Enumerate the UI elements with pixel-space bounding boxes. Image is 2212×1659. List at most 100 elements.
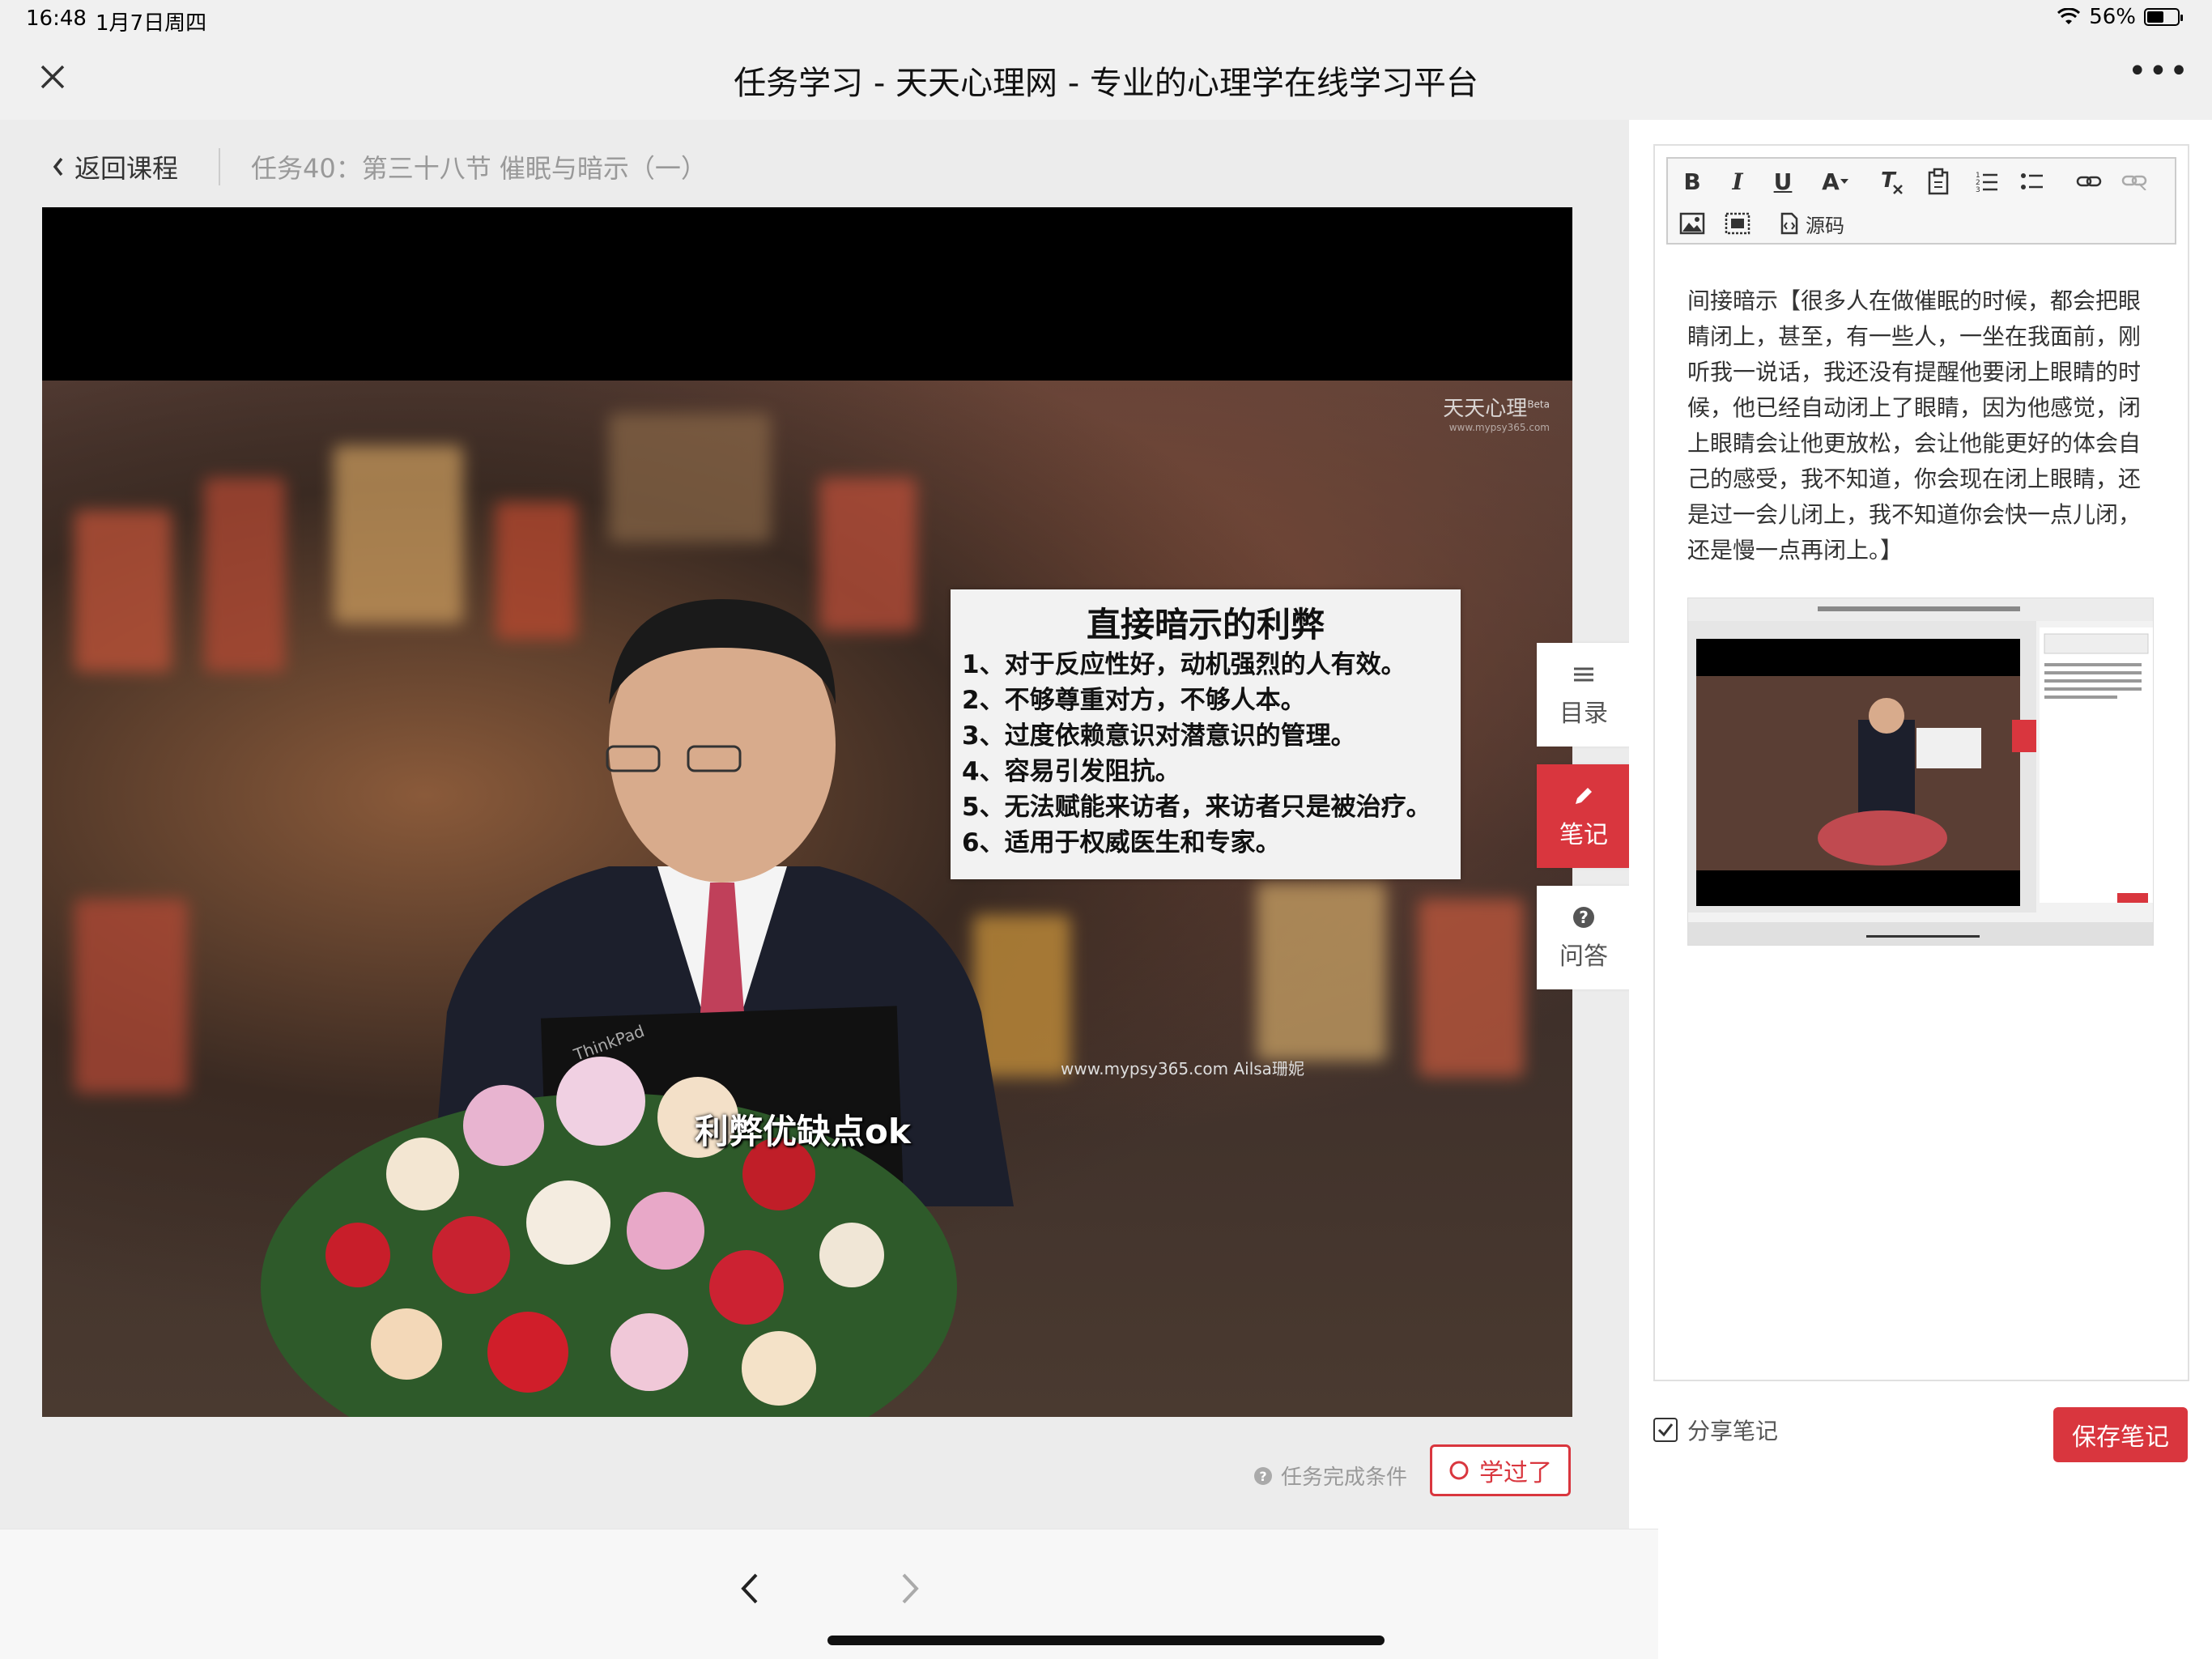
breadcrumb: 返回课程 任务40：第三十八节 催眠与暗示（一） xyxy=(50,143,707,191)
bokeh-light xyxy=(74,899,188,1093)
status-bar: 16:48 1月7日周四 56% xyxy=(0,0,2212,37)
share-note-label: 分享笔记 xyxy=(1687,1418,1779,1444)
flower-arrangement xyxy=(261,1057,957,1417)
circle-icon xyxy=(1449,1461,1469,1480)
source-code-button[interactable]: 源码 xyxy=(1773,207,1851,240)
source-code-label: 源码 xyxy=(1806,214,1844,237)
tab-catalog[interactable]: 目录 xyxy=(1537,643,1631,747)
unlink-icon xyxy=(2121,175,2147,190)
clear-format-icon: T xyxy=(1881,168,1903,194)
battery-percent: 56% xyxy=(2089,5,2136,29)
tab-notes[interactable]: 笔记 xyxy=(1537,764,1631,868)
chevron-down-icon xyxy=(1840,179,1848,184)
bullet-list-icon xyxy=(2021,173,2043,189)
battery-icon xyxy=(2144,8,2183,26)
logo-beta: Beta xyxy=(1527,398,1550,410)
header: 任务学习 - 天天心理网 - 专业的心理学在线学习平台 ••• xyxy=(0,37,2212,120)
chevron-left-icon xyxy=(741,1573,758,1604)
clear-format-button[interactable]: T xyxy=(1875,165,1908,198)
breadcrumb-divider xyxy=(219,148,221,185)
svg-text:3: 3 xyxy=(1976,186,1980,194)
video-watermark: www.mypsy365.com Ailsa珊妮 xyxy=(1061,1059,1304,1078)
video-subtitle: 利弊优缺点ok xyxy=(695,1112,911,1151)
status-right: 56% xyxy=(2057,5,2183,29)
tab-notes-label: 笔记 xyxy=(1559,821,1608,849)
unlink-button[interactable] xyxy=(2118,165,2150,198)
slide-card: 直接暗示的利弊 1、对于反应性好，动机强烈的人有效。 2、不够尊重对方，不够人本… xyxy=(951,589,1461,879)
svg-text:?: ? xyxy=(1579,908,1589,927)
font-color-button[interactable]: A xyxy=(1814,165,1857,198)
completion-condition[interactable]: ? 任务完成条件 xyxy=(1253,1461,1407,1491)
paste-icon xyxy=(1928,168,1949,195)
link-icon xyxy=(2076,176,2102,187)
share-note-row[interactable]: 分享笔记 xyxy=(1653,1414,1778,1446)
bullet-list-button[interactable] xyxy=(2016,165,2048,198)
pencil-icon xyxy=(1576,788,1592,804)
paste-button[interactable] xyxy=(1922,165,1955,198)
chevron-left-icon xyxy=(53,157,63,177)
status-time: 16:48 xyxy=(26,6,87,31)
ordered-list-icon: 123 xyxy=(1976,172,1997,194)
underline-button[interactable]: U xyxy=(1767,165,1799,198)
notes-panel: B I U A T 123 源码 间接暗示【很多人在做催眠的时候，都会把眼睛闭上… xyxy=(1629,120,2212,1529)
font-color-label: A xyxy=(1822,168,1840,195)
video-player[interactable]: 天天心理Beta www.mypsy365.com ThinkPad 直接暗示的… xyxy=(42,207,1572,1417)
media-icon xyxy=(1725,212,1750,235)
svg-text:T: T xyxy=(1881,168,1897,193)
save-note-button[interactable]: 保存笔记 xyxy=(2053,1407,2188,1462)
list-icon xyxy=(1574,667,1593,682)
question-icon: ? xyxy=(1254,1466,1272,1485)
note-screenshot-thumbnail xyxy=(1688,598,2153,945)
tab-qa-label: 问答 xyxy=(1559,942,1608,971)
more-button[interactable]: ••• xyxy=(2128,55,2189,97)
slide-line: 5、无法赋能来访者，来访者只是被治疗。 xyxy=(962,793,1431,822)
wifi-icon xyxy=(2057,8,2081,24)
back-label: 返回课程 xyxy=(74,153,179,184)
previous-button[interactable] xyxy=(729,1560,769,1617)
checkmark-icon xyxy=(1657,1423,1674,1437)
slide-title: 直接暗示的利弊 xyxy=(1086,605,1325,644)
insert-media-button[interactable] xyxy=(1721,207,1754,240)
bokeh-light xyxy=(1419,899,1524,1077)
share-note-checkbox[interactable] xyxy=(1653,1418,1678,1442)
tab-qa[interactable]: ? 问答 xyxy=(1537,886,1631,989)
editor-toolbar: B I U A T 123 源码 xyxy=(1666,157,2176,245)
bokeh-light xyxy=(609,413,771,542)
bold-button[interactable]: B xyxy=(1676,165,1708,198)
page-title: 任务学习 - 天天心理网 - 专业的心理学在线学习平台 xyxy=(734,65,1478,102)
bokeh-light xyxy=(74,510,172,672)
bokeh-light xyxy=(204,478,285,672)
slide-line: 6、适用于权威医生和专家。 xyxy=(962,828,1281,857)
video-frame: 天天心理Beta www.mypsy365.com ThinkPad 直接暗示的… xyxy=(42,381,1572,1417)
back-to-course-link[interactable]: 返回课程 xyxy=(50,148,178,185)
question-icon: ? xyxy=(1573,907,1594,928)
note-editor[interactable]: B I U A T 123 源码 间接暗示【很多人在做催眠的时候，都会把眼睛闭上… xyxy=(1653,144,2189,1381)
left-panel: 返回课程 任务40：第三十八节 催眠与暗示（一） 天天心理Beta www.my… xyxy=(0,120,1631,1529)
slide-line: 3、过度依赖意识对潜意识的管理。 xyxy=(962,721,1356,751)
slide-line: 4、容易引发阻抗。 xyxy=(962,757,1180,786)
tab-catalog-label: 目录 xyxy=(1559,700,1608,728)
task-title: 任务40：第三十八节 催眠与暗示（一） xyxy=(251,153,707,184)
source-code-icon xyxy=(1780,212,1798,235)
learned-button[interactable]: 学过了 xyxy=(1430,1444,1571,1496)
ordered-list-button[interactable]: 123 xyxy=(1971,165,2003,198)
logo-text: 天天心理 xyxy=(1443,397,1528,421)
learned-button-label: 学过了 xyxy=(1479,1459,1552,1487)
image-icon xyxy=(1679,212,1705,235)
link-button[interactable] xyxy=(2073,165,2105,198)
slide-line: 1、对于反应性好，动机强烈的人有效。 xyxy=(962,650,1406,679)
chevron-right-icon xyxy=(902,1573,919,1604)
logo-url: www.mypsy365.com xyxy=(1448,422,1550,433)
bokeh-light xyxy=(1257,883,1386,1061)
next-button[interactable] xyxy=(891,1560,931,1617)
insert-image-button[interactable] xyxy=(1676,207,1708,240)
video-logo: 天天心理Beta www.mypsy365.com xyxy=(1443,392,1550,433)
note-text[interactable]: 间接暗示【很多人在做催眠的时候，都会把眼睛闭上，甚至，有一些人，一坐在我面前，刚… xyxy=(1687,283,2149,568)
completion-condition-label: 任务完成条件 xyxy=(1281,1465,1408,1490)
italic-button[interactable]: I xyxy=(1721,165,1754,198)
home-indicator[interactable] xyxy=(827,1636,1385,1645)
bottom-bar-right xyxy=(1658,1529,2212,1658)
status-date: 1月7日周四 xyxy=(96,11,207,36)
note-screenshot-image xyxy=(1687,598,2154,946)
slide-line: 2、不够尊重对方，不够人本。 xyxy=(962,686,1306,715)
